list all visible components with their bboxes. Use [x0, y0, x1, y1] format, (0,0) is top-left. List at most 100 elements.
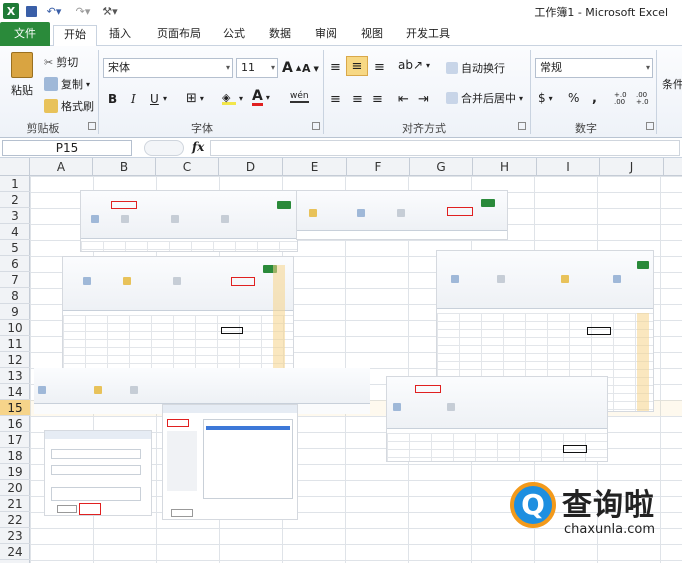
cut-button[interactable]: ✂ 剪切 [44, 54, 78, 70]
tab-file[interactable]: 文件 [0, 22, 50, 46]
embedded-screenshot[interactable] [386, 376, 608, 462]
row-header[interactable]: 8 [0, 288, 30, 304]
row-header[interactable]: 20 [0, 480, 30, 496]
row-header[interactable]: 13 [0, 368, 30, 384]
increase-decimal-button[interactable]: +.0 .00 [614, 92, 632, 106]
row-header[interactable]: 11 [0, 336, 30, 352]
conditional-format-button[interactable]: 条件 [662, 76, 682, 92]
row-header[interactable]: 21 [0, 496, 30, 512]
tab-review[interactable]: 审阅 [308, 25, 344, 45]
row-header[interactable]: 9 [0, 304, 30, 320]
merge-center-button[interactable]: 合并后居中 ▾ [446, 90, 523, 106]
row-header[interactable]: 2 [0, 192, 30, 208]
alignment-launcher-icon[interactable] [518, 122, 526, 130]
underline-button[interactable]: U [150, 92, 159, 106]
underline-dropdown-icon[interactable]: ▾ [163, 94, 167, 103]
clipboard-launcher-icon[interactable] [88, 122, 96, 130]
undo-icon[interactable]: ↶▾ [42, 3, 66, 19]
column-header[interactable]: C [156, 158, 219, 176]
format-painter-button[interactable]: 格式刷 [44, 98, 94, 114]
column-header[interactable]: G [410, 158, 473, 176]
embedded-dialog[interactable] [44, 430, 152, 516]
save-icon[interactable] [24, 3, 38, 19]
tab-formulas[interactable]: 公式 [216, 25, 252, 45]
align-left-icon[interactable]: ≡ [330, 92, 341, 107]
row-header[interactable]: 17 [0, 432, 30, 448]
align-center-icon[interactable]: ≡ [352, 92, 363, 107]
font-size-select[interactable]: 11 ▾ [236, 58, 278, 78]
copy-button[interactable]: 复制 ▾ [44, 76, 90, 92]
number-format-select[interactable]: 常规 ▾ [535, 58, 653, 78]
phonetic-guide-button[interactable]: wén [290, 91, 309, 103]
customize-qat-icon[interactable]: ⚒▾ [98, 3, 122, 19]
mini-listbox [203, 419, 293, 499]
name-box[interactable]: P15 [2, 140, 132, 156]
mini-icon [121, 215, 129, 223]
alignment-group-label: 对齐方式 [402, 122, 446, 135]
bold-button[interactable]: B [108, 92, 117, 106]
borders-icon[interactable]: ⊞ ▾ [186, 91, 204, 106]
orientation-icon[interactable]: ab↗ ▾ [398, 58, 430, 72]
row-header[interactable]: 1 [0, 176, 30, 192]
tab-insert[interactable]: 插入 [102, 25, 138, 45]
namebox-splitter[interactable] [144, 140, 184, 156]
align-middle-icon[interactable]: ≡ [346, 56, 368, 76]
row-header[interactable]: 7 [0, 272, 30, 288]
row-header[interactable]: 19 [0, 464, 30, 480]
row-header[interactable]: 16 [0, 416, 30, 432]
column-header[interactable]: F [347, 158, 410, 176]
row-header[interactable]: 12 [0, 352, 30, 368]
column-header[interactable]: E [283, 158, 347, 176]
row-header[interactable]: 4 [0, 224, 30, 240]
wrap-text-button[interactable]: 自动换行 [446, 60, 505, 76]
fill-color-button[interactable]: ◈ ▾ [222, 91, 243, 105]
increase-indent-icon[interactable]: ⇥ [418, 92, 429, 107]
select-all-corner[interactable] [0, 158, 30, 176]
italic-button[interactable]: I [131, 92, 136, 106]
tab-view[interactable]: 视图 [354, 25, 390, 45]
tab-page-layout[interactable]: 页面布局 [148, 25, 210, 45]
currency-button[interactable]: $ ▾ [538, 91, 553, 105]
column-header[interactable]: A [30, 158, 93, 176]
embedded-screenshot[interactable] [296, 190, 508, 240]
decrease-indent-icon[interactable]: ⇤ [398, 92, 409, 107]
comma-style-button[interactable]: , [592, 91, 597, 106]
formula-input[interactable] [210, 140, 680, 156]
row-header[interactable]: 14 [0, 384, 30, 400]
tab-home[interactable]: 开始 [53, 25, 97, 47]
redo-icon[interactable]: ↷▾ [72, 3, 94, 19]
grow-font-button[interactable]: A ▲ [282, 60, 301, 76]
decrease-decimal-button[interactable]: .00 +.0 [636, 92, 654, 106]
align-top-icon[interactable]: ≡ [330, 60, 341, 75]
row-header[interactable]: 10 [0, 320, 30, 336]
column-header[interactable]: H [473, 158, 537, 176]
highlight-box [447, 207, 473, 216]
column-header[interactable]: I [537, 158, 600, 176]
row-header[interactable]: 18 [0, 448, 30, 464]
row-header[interactable]: 22 [0, 512, 30, 528]
row-header[interactable]: 6 [0, 256, 30, 272]
row-header[interactable]: 5 [0, 240, 30, 256]
embedded-screenshot[interactable] [62, 256, 294, 378]
font-launcher-icon[interactable] [312, 122, 320, 130]
paste-button[interactable]: 粘贴 [8, 52, 36, 98]
row-header[interactable]: 3 [0, 208, 30, 224]
row-header-selected[interactable]: 15 [0, 400, 30, 416]
embedded-screenshot[interactable] [80, 190, 298, 252]
column-header[interactable]: D [219, 158, 283, 176]
align-right-icon[interactable]: ≡ [372, 92, 383, 107]
tab-developer[interactable]: 开发工具 [400, 25, 456, 45]
percent-button[interactable]: % [568, 91, 579, 105]
insert-function-icon[interactable]: fx [192, 140, 204, 154]
row-header[interactable]: 24 [0, 544, 30, 560]
row-header[interactable]: 23 [0, 528, 30, 544]
tab-data[interactable]: 数据 [262, 25, 298, 45]
number-launcher-icon[interactable] [646, 122, 654, 130]
column-header[interactable]: J [600, 158, 664, 176]
shrink-font-button[interactable]: A ▼ [302, 62, 319, 75]
align-bottom-icon[interactable]: ≡ [374, 60, 385, 75]
column-header[interactable]: B [93, 158, 156, 176]
embedded-dialog[interactable] [162, 404, 298, 520]
font-name-select[interactable]: 宋体 ▾ [103, 58, 233, 78]
font-color-button[interactable]: A ▾ [252, 89, 270, 106]
